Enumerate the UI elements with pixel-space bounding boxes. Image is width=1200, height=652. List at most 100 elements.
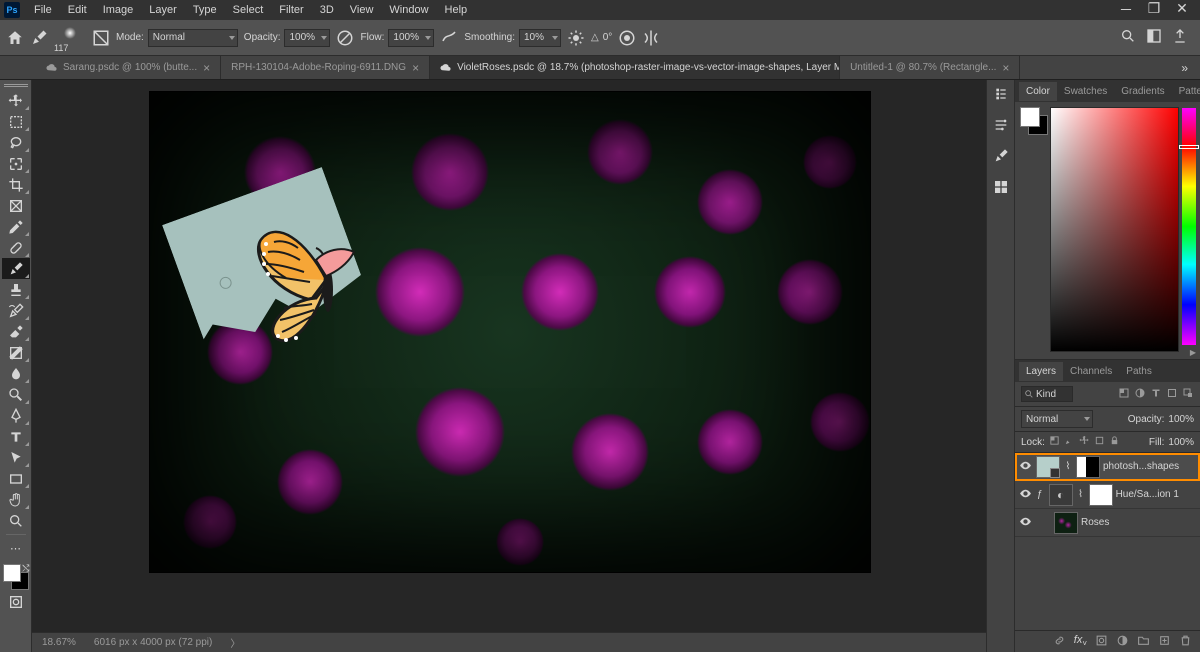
layer-thumbnail[interactable] [1055,513,1077,533]
gradient-tool[interactable] [2,342,30,363]
menu-window[interactable]: Window [381,1,436,19]
tab-gradients[interactable]: Gradients [1114,82,1171,101]
menu-image[interactable]: Image [95,1,142,19]
zoom-level[interactable]: 18.67% [42,637,76,648]
tab-sarang[interactable]: Sarang.psdc @ 100% (butte...× [36,56,221,79]
toolbar-color-swatches[interactable]: ⤭ [2,563,30,591]
layer-thumbnail[interactable] [1050,485,1072,505]
add-mask-button[interactable] [1095,634,1108,650]
quick-mask-toggle[interactable] [2,591,30,612]
close-icon[interactable]: × [412,61,419,75]
workspace-icon[interactable] [1146,28,1162,47]
tab-swatches[interactable]: Swatches [1057,82,1114,101]
filter-shape-icon[interactable] [1166,387,1178,402]
zoom-tool[interactable] [2,510,30,531]
close-button[interactable]: ✕ [1172,0,1192,20]
flow-select[interactable]: 100% [388,29,434,47]
lock-position-icon[interactable] [1079,435,1090,449]
canvas-area[interactable]: 18.67% 6016 px x 4000 px (72 ppi) 〉 [32,80,986,652]
blur-tool[interactable] [2,363,30,384]
menu-type[interactable]: Type [185,1,225,19]
tab-untitled[interactable]: Untitled-1 @ 80.7% (Rectangle...× [840,56,1020,79]
opacity-value[interactable]: 100% [1168,414,1194,425]
menu-help[interactable]: Help [437,1,476,19]
tab-channels[interactable]: Channels [1063,362,1119,381]
tab-violetroses[interactable]: VioletRoses.psdc @ 18.7% (photoshop-rast… [430,56,840,79]
mask-thumbnail[interactable] [1077,457,1099,477]
type-tool[interactable] [2,426,30,447]
link-icon[interactable]: ⌇ [1076,489,1086,500]
quick-select-tool[interactable] [2,153,30,174]
close-icon[interactable]: × [1002,61,1009,75]
properties-panel-icon[interactable] [993,117,1009,136]
layer-name[interactable]: Roses [1081,517,1196,528]
hand-tool[interactable] [2,489,30,510]
path-select-tool[interactable] [2,447,30,468]
menu-select[interactable]: Select [225,1,272,19]
mask-thumbnail[interactable] [1090,485,1112,505]
layer-style-button[interactable]: fx˅ [1074,634,1087,648]
libraries-panel-icon[interactable] [993,179,1009,198]
new-layer-button[interactable] [1158,634,1171,650]
layer-row[interactable]: ⌇ photosh...shapes [1015,453,1200,481]
tab-rph[interactable]: RPH-130104-Adobe-Roping-6911.DNG× [221,56,430,79]
link-icon[interactable]: ⌇ [1063,461,1073,472]
filter-smart-icon[interactable] [1182,387,1194,402]
document-info[interactable]: 6016 px x 4000 px (72 ppi) [94,637,212,648]
pen-tool[interactable] [2,405,30,426]
smoothing-settings-icon[interactable] [567,29,585,47]
edit-toolbar[interactable]: ⋯ [2,538,30,559]
menu-view[interactable]: View [342,1,382,19]
tabs-overflow[interactable]: » [1169,56,1200,79]
stamp-tool[interactable] [2,279,30,300]
menu-filter[interactable]: Filter [271,1,311,19]
info-chevron-icon[interactable]: 〉 [230,635,240,650]
filter-adjust-icon[interactable] [1134,387,1146,402]
color-picker-field[interactable] [1051,108,1178,351]
history-panel-icon[interactable] [993,86,1009,105]
opacity-select[interactable]: 100% [284,29,330,47]
smoothing-select[interactable]: 10% [519,29,561,47]
history-brush-tool[interactable] [2,300,30,321]
menu-layer[interactable]: Layer [141,1,185,19]
crop-tool[interactable] [2,174,30,195]
lock-pixels-icon[interactable] [1049,435,1060,449]
tab-layers[interactable]: Layers [1019,362,1063,381]
lasso-tool[interactable] [2,132,30,153]
menu-edit[interactable]: Edit [60,1,95,19]
toolbar-grip[interactable] [4,82,28,88]
visibility-toggle[interactable] [1019,515,1033,531]
frame-tool[interactable] [2,195,30,216]
pressure-size-icon[interactable] [618,29,636,47]
fill-value[interactable]: 100% [1168,437,1194,448]
healing-tool[interactable] [2,237,30,258]
share-icon[interactable] [1172,28,1188,47]
mode-select[interactable]: Normal [148,29,238,47]
lock-artboard-icon[interactable] [1094,435,1105,449]
brushes-panel-icon[interactable] [993,148,1009,167]
filter-pixel-icon[interactable] [1118,387,1130,402]
visibility-toggle[interactable] [1019,487,1033,503]
menu-3d[interactable]: 3D [312,1,342,19]
menu-file[interactable]: File [26,1,60,19]
minimize-button[interactable]: － [1116,0,1136,20]
home-icon[interactable] [6,29,24,47]
document-view[interactable] [150,92,870,572]
hue-slider[interactable] [1182,108,1196,345]
move-tool[interactable] [2,90,30,111]
dodge-tool[interactable] [2,384,30,405]
link-layers-button[interactable] [1053,634,1066,650]
tab-color[interactable]: Color [1019,82,1057,101]
pressure-opacity-icon[interactable] [336,29,354,47]
airbrush-icon[interactable] [440,29,458,47]
new-group-button[interactable] [1137,634,1150,650]
angle-value[interactable]: 0° [603,32,613,43]
maximize-button[interactable]: ❐ [1144,0,1164,20]
color-panel-swatches[interactable] [1021,108,1047,134]
layer-row[interactable]: Roses [1015,509,1200,537]
filter-type-icon[interactable] [1150,387,1162,402]
tool-preset-icon[interactable] [30,29,48,47]
blend-mode-select[interactable]: Normal [1021,410,1093,428]
marquee-tool[interactable] [2,111,30,132]
delete-layer-button[interactable] [1179,634,1192,650]
